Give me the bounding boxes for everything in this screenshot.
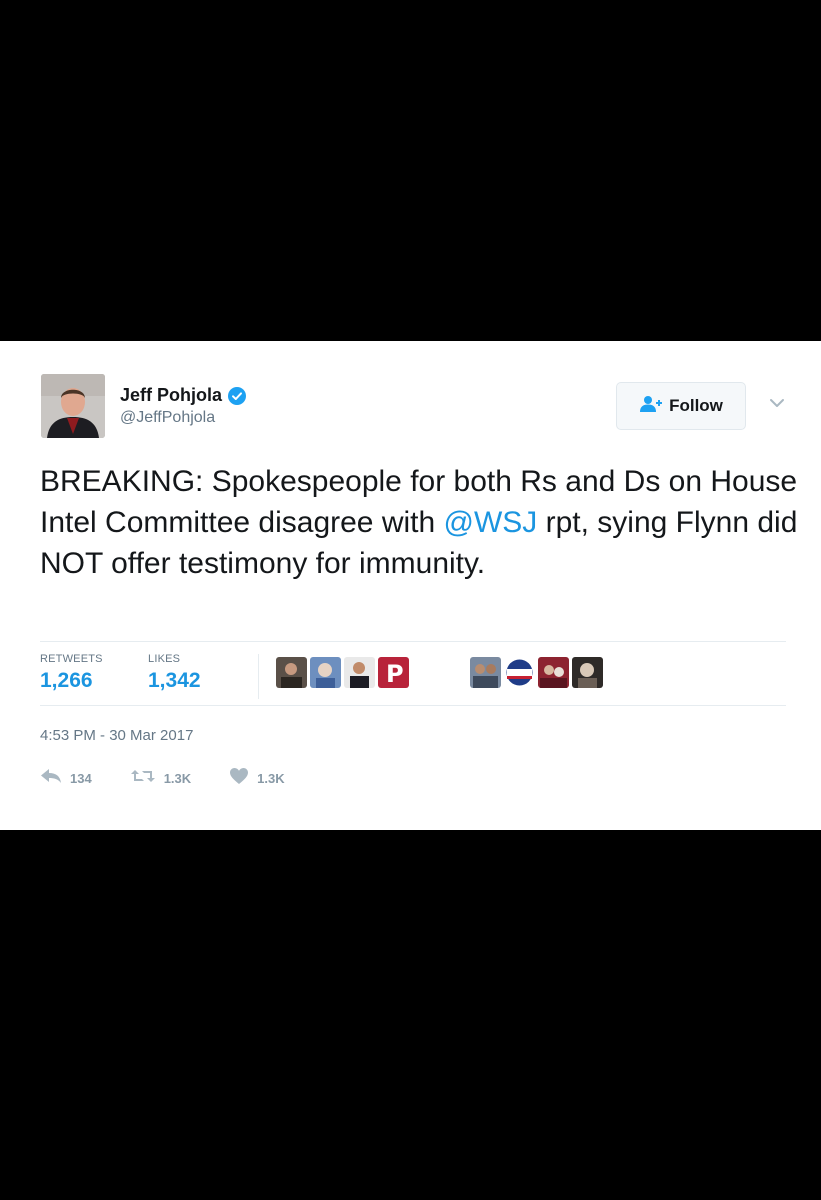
liker-avatar[interactable] [504,657,535,688]
likes-label: LIKES [148,653,181,665]
likes-value: 1,342 [148,669,201,692]
like-button[interactable]: 1.3K [229,767,285,790]
liker-avatar[interactable] [572,657,603,688]
author-handle[interactable]: @JeffPohjola [120,409,246,427]
verified-badge-icon [228,386,247,405]
author-avatar[interactable] [41,374,105,438]
retweets-value: 1,266 [40,669,93,692]
retweet-count: 1.3K [163,771,192,786]
retweet-button[interactable]: 1.3K [130,768,191,789]
follow-person-icon [639,395,663,418]
author-block: Jeff Pohjola @JeffPohjola [120,385,247,427]
like-count: 1.3K [257,771,285,786]
stats-separator [258,654,259,699]
mention-link[interactable]: @WSJ [444,506,538,539]
liker-avatar[interactable] [344,657,375,688]
stats-bottom-divider [40,705,786,706]
liker-avatar[interactable] [276,657,307,688]
tweet-text: BREAKING: Spokespeople for both Rs and D… [40,461,800,584]
heart-icon [229,767,249,790]
liker-avatar[interactable]: P [378,657,409,688]
follow-label: Follow [669,396,723,415]
liker-avatars: P [276,657,409,689]
likes-stat[interactable]: LIKES 1,342 [148,653,201,693]
chevron-down-icon[interactable] [767,396,787,410]
reply-button[interactable]: 134 [40,768,92,789]
reply-count: 134 [70,771,92,786]
screenshot-frame: Jeff Pohjola @JeffPohjola Follow BREAKIN… [0,0,821,1200]
stats-top-divider [40,641,786,642]
retweets-stat[interactable]: RETWEETS 1,266 [40,653,103,693]
retweets-label: RETWEETS [40,653,103,665]
follow-button[interactable]: Follow [616,382,746,430]
author-name[interactable]: Jeff Pohjola [120,385,222,406]
tweet-actions: 134 1.3K 1.3K [40,767,323,790]
retweet-icon [130,768,156,789]
tweet-timestamp[interactable]: 4:53 PM - 30 Mar 2017 [40,727,193,744]
liker-avatar[interactable] [538,657,569,688]
liker-avatars-2 [470,657,603,689]
liker-avatar[interactable] [470,657,501,688]
reply-icon [40,768,62,789]
svg-text:P: P [386,660,404,688]
liker-avatar[interactable] [310,657,341,688]
tweet-card: Jeff Pohjola @JeffPohjola Follow BREAKIN… [0,341,821,830]
